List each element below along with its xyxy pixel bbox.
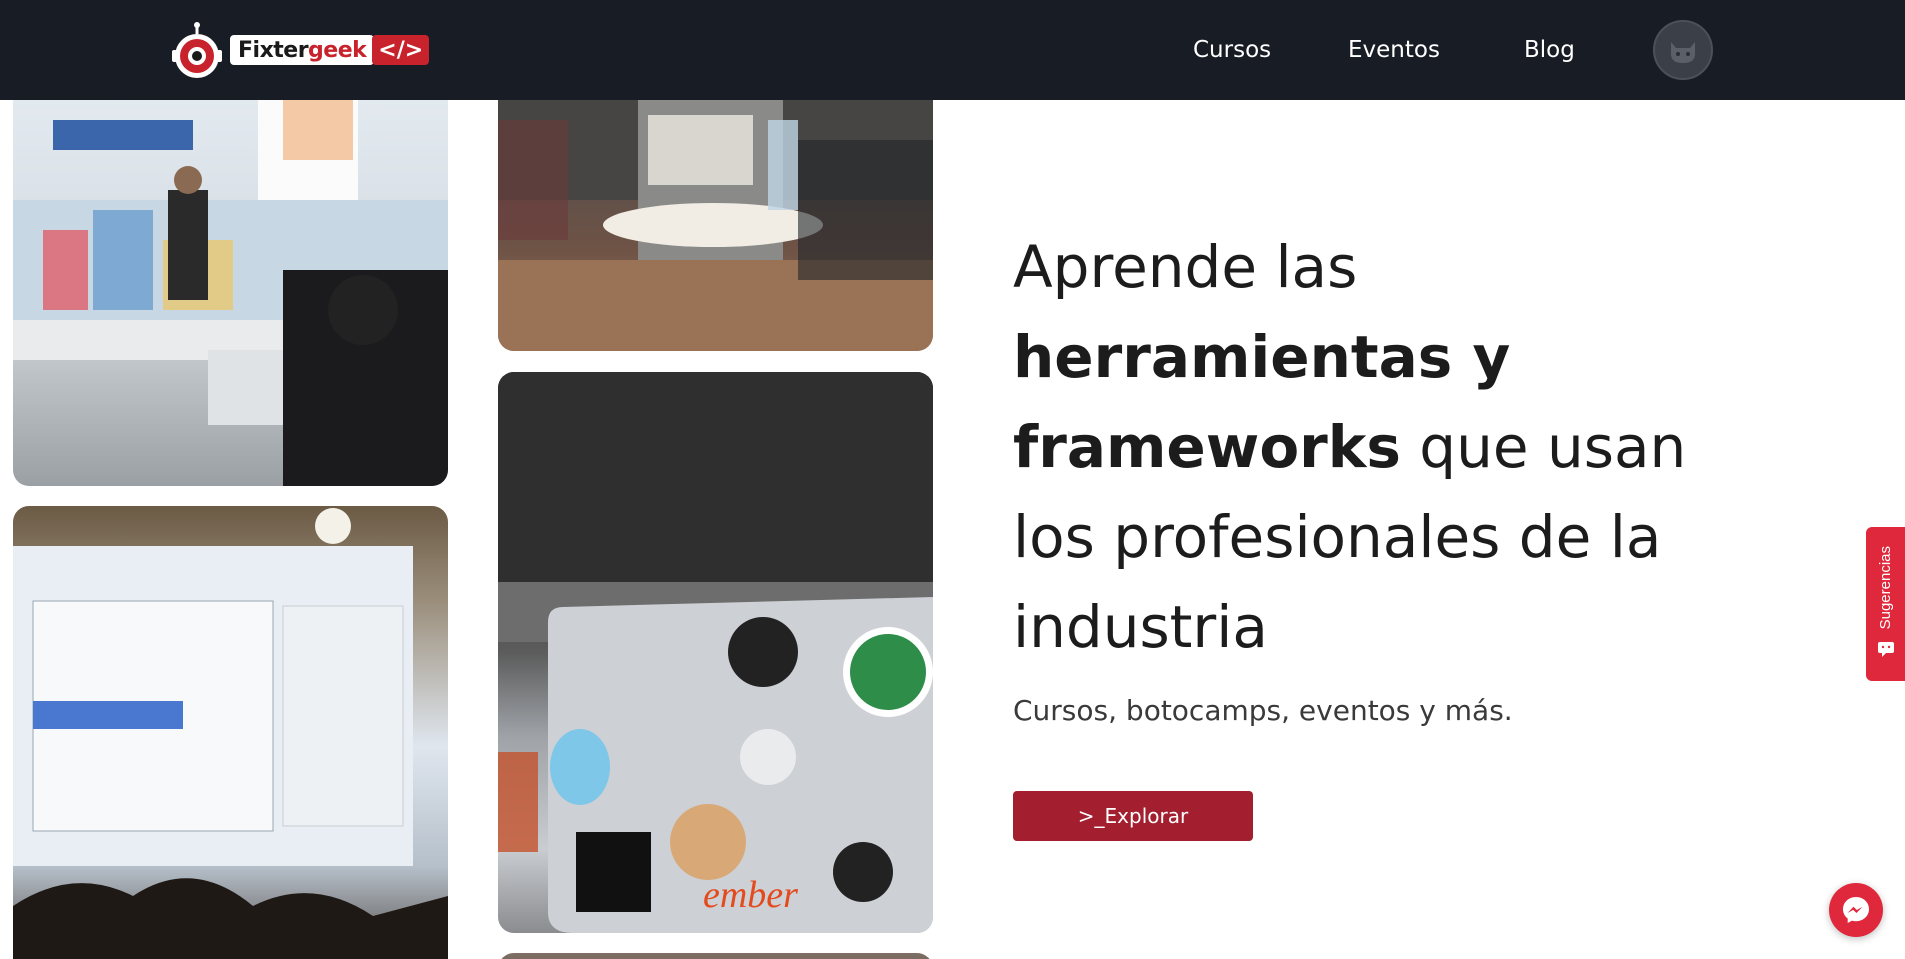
site-logo[interactable]: Fixter geek </> [170, 18, 430, 82]
logo-code-tag: </> [372, 35, 430, 65]
site-header: Fixter geek </> Cursos Eventos Blog [0, 0, 1905, 100]
logo-mark-icon [170, 20, 224, 80]
nav-item-cursos[interactable]: Cursos [1193, 0, 1271, 100]
event-photo-speaker [498, 60, 933, 351]
hero-subtitle: Cursos, botocamps, eventos y más. [1013, 694, 1513, 727]
nav-label[interactable]: Blog [1524, 37, 1575, 63]
event-photo-bottom [498, 953, 933, 959]
nav-item-eventos[interactable]: Eventos [1348, 0, 1440, 100]
event-photo-projector [13, 506, 448, 959]
user-avatar-icon [1671, 42, 1695, 63]
suggestions-tab[interactable]: Sugerencias [1866, 527, 1905, 681]
logo-wordmark: Fixter geek [230, 35, 375, 65]
explore-button[interactable]: >_Explorar [1013, 791, 1253, 841]
messenger-icon [1843, 897, 1869, 923]
nav-label[interactable]: Cursos [1193, 37, 1271, 63]
nav-item-blog[interactable]: Blog [1524, 0, 1575, 100]
event-photo-classroom [13, 60, 448, 486]
suggestions-label: Sugerencias [1877, 546, 1894, 630]
messenger-button[interactable] [1829, 883, 1883, 937]
svg-text:ember: ember [703, 874, 798, 916]
chat-bubble-icon [1877, 640, 1895, 662]
user-avatar[interactable] [1653, 20, 1713, 80]
hero-title: Aprende las herramientas y frameworks qu… [1013, 233, 1687, 661]
nav-label[interactable]: Eventos [1348, 37, 1440, 63]
photo-laptop-stickers: ember [498, 372, 933, 933]
